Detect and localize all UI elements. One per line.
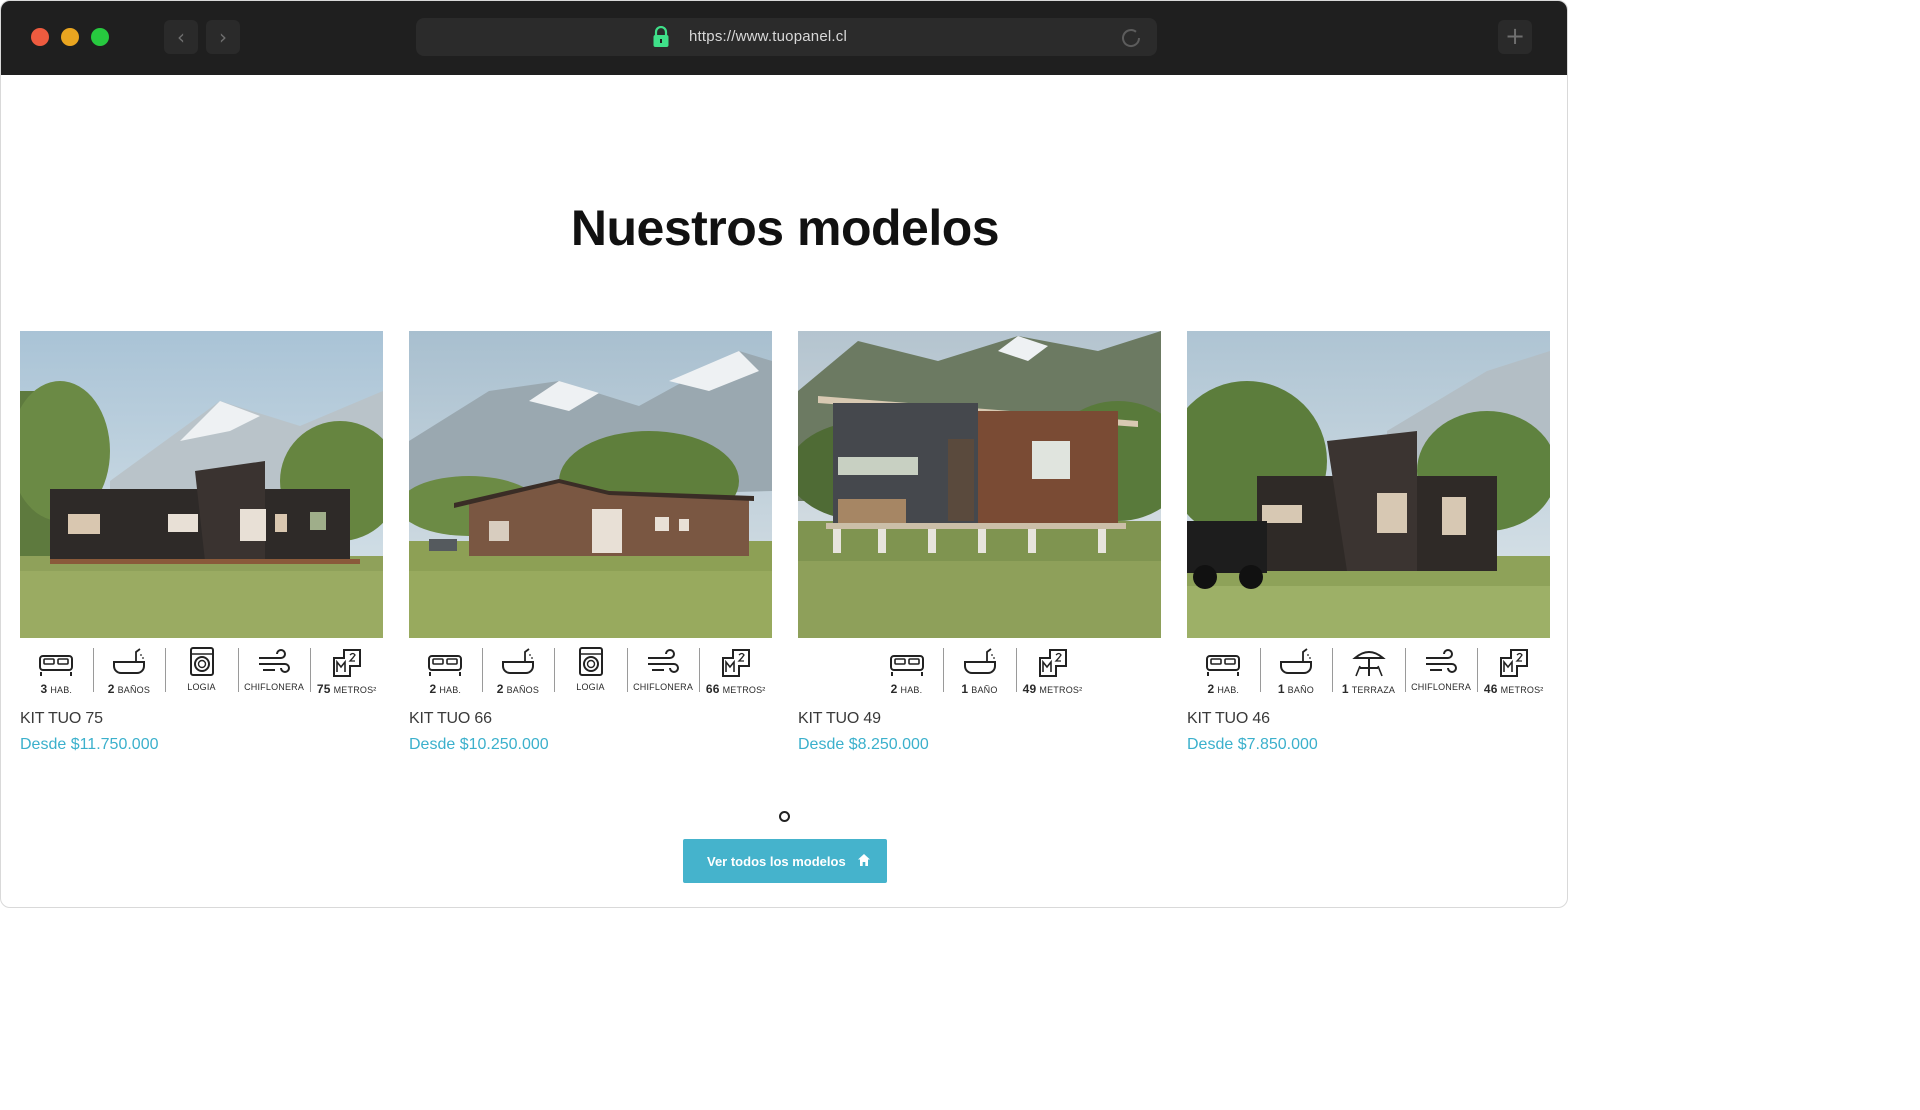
model-price: Desde $11.750.000: [20, 736, 159, 753]
carousel-dot[interactable]: [779, 811, 790, 822]
view-all-models-button[interactable]: Ver todos los modelos: [683, 839, 887, 883]
bathtub-icon: [1279, 648, 1312, 674]
bathtub-icon: [501, 648, 534, 674]
feature-area: 66 METROS²: [699, 646, 772, 700]
lock-icon: [653, 26, 669, 47]
washing-machine-icon: [189, 647, 214, 676]
address-bar[interactable]: https://www.tuopanel.cl: [416, 18, 1157, 56]
feature-chiflonera: CHIFLONERA: [1404, 646, 1478, 700]
feature-chiflonera: CHIFLONERA: [237, 646, 311, 700]
feature-bathrooms: 2 BAÑOS: [92, 646, 166, 700]
house-photo[interactable]: [409, 331, 772, 638]
feature-terrace: 1 TERRAZA: [1332, 646, 1405, 700]
browser-toolbar: ‹ › https://www.tuopanel.cl +: [1, 1, 1567, 75]
feature-area: 46 METROS²: [1477, 646, 1550, 700]
house-photo[interactable]: [1187, 331, 1550, 638]
bed-icon: [889, 655, 924, 676]
bathtub-icon: [112, 648, 145, 674]
model-title[interactable]: KIT TUO 46: [1187, 710, 1550, 728]
home-icon: [858, 854, 870, 866]
new-tab-button[interactable]: +: [1498, 20, 1532, 54]
wind-icon: [648, 649, 680, 673]
feature-bedrooms: 2 HAB.: [1187, 646, 1260, 700]
bathtub-icon: [963, 648, 996, 674]
view-all-models-label: Ver todos los modelos: [707, 853, 846, 869]
feature-area: 75 METROS²: [310, 646, 383, 700]
back-button[interactable]: ‹: [164, 20, 198, 54]
terrace-umbrella-icon: [1351, 651, 1386, 677]
maximize-window-button[interactable]: [91, 28, 109, 46]
features-row: 3 HAB. 2 BAÑOS LOGIA CHIFLONERA 75 METRO…: [20, 638, 383, 700]
house-photo[interactable]: [20, 331, 383, 638]
feature-bedrooms: 2 HAB.: [409, 646, 482, 700]
feature-area: 49 METROS²: [1016, 646, 1089, 700]
model-card[interactable]: 2 HAB. 1 BAÑO 1 TERRAZA CHIFLONERA 46 ME…: [1187, 331, 1550, 754]
model-title[interactable]: KIT TUO 66: [409, 710, 772, 728]
section-title: Nuestros modelos: [570, 200, 1000, 256]
features-row: 2 HAB. 2 BAÑOS LOGIA CHIFLONERA 66 METRO…: [409, 638, 772, 700]
feature-bathrooms: 2 BAÑOS: [481, 646, 555, 700]
wind-icon: [1426, 649, 1458, 673]
model-title[interactable]: KIT TUO 75: [20, 710, 383, 728]
area-icon: [332, 649, 361, 677]
model-title[interactable]: KIT TUO 49: [798, 710, 1161, 728]
feature-laundry: LOGIA: [554, 646, 627, 700]
feature-chiflonera: CHIFLONERA: [626, 646, 700, 700]
features-row: 2 HAB. 1 BAÑO 49 METROS²: [798, 638, 1161, 700]
feature-bathrooms: 1 BAÑO: [943, 646, 1016, 700]
bed-icon: [1206, 655, 1241, 676]
wind-icon: [259, 649, 291, 673]
minimize-window-button[interactable]: [61, 28, 79, 46]
model-price: Desde $8.250.000: [798, 736, 929, 753]
model-card[interactable]: 2 HAB. 1 BAÑO 49 METROS² KIT TUO 49 Desd…: [798, 331, 1161, 754]
bed-icon: [39, 655, 74, 676]
model-card[interactable]: 3 HAB. 2 BAÑOS LOGIA CHIFLONERA 75 METRO…: [20, 331, 383, 754]
address-url: https://www.tuopanel.cl: [689, 28, 848, 45]
chevron-right-icon: ›: [219, 25, 227, 49]
area-icon: [1038, 649, 1067, 677]
browser-window: ‹ › https://www.tuopanel.cl + Nuestros m…: [0, 0, 1568, 908]
features-row: 2 HAB. 1 BAÑO 1 TERRAZA CHIFLONERA 46 ME…: [1187, 638, 1550, 700]
feature-bedrooms: 3 HAB.: [20, 646, 93, 700]
model-price: Desde $10.250.000: [409, 736, 549, 753]
feature-bathrooms: 1 BAÑO: [1259, 646, 1333, 700]
washing-machine-icon: [578, 647, 603, 676]
feature-laundry: LOGIA: [165, 646, 238, 700]
house-photo[interactable]: [798, 331, 1161, 638]
feature-bedrooms: 2 HAB.: [870, 646, 943, 700]
forward-button[interactable]: ›: [206, 20, 240, 54]
area-icon: [1499, 649, 1528, 677]
reload-icon[interactable]: [1119, 26, 1143, 50]
chevron-left-icon: ‹: [177, 25, 185, 49]
model-price: Desde $7.850.000: [1187, 736, 1318, 753]
model-card[interactable]: 2 HAB. 2 BAÑOS LOGIA CHIFLONERA 66 METRO…: [409, 331, 772, 754]
bed-icon: [428, 655, 463, 676]
area-icon: [721, 649, 750, 677]
close-window-button[interactable]: [31, 28, 49, 46]
plus-icon: +: [1504, 22, 1526, 50]
